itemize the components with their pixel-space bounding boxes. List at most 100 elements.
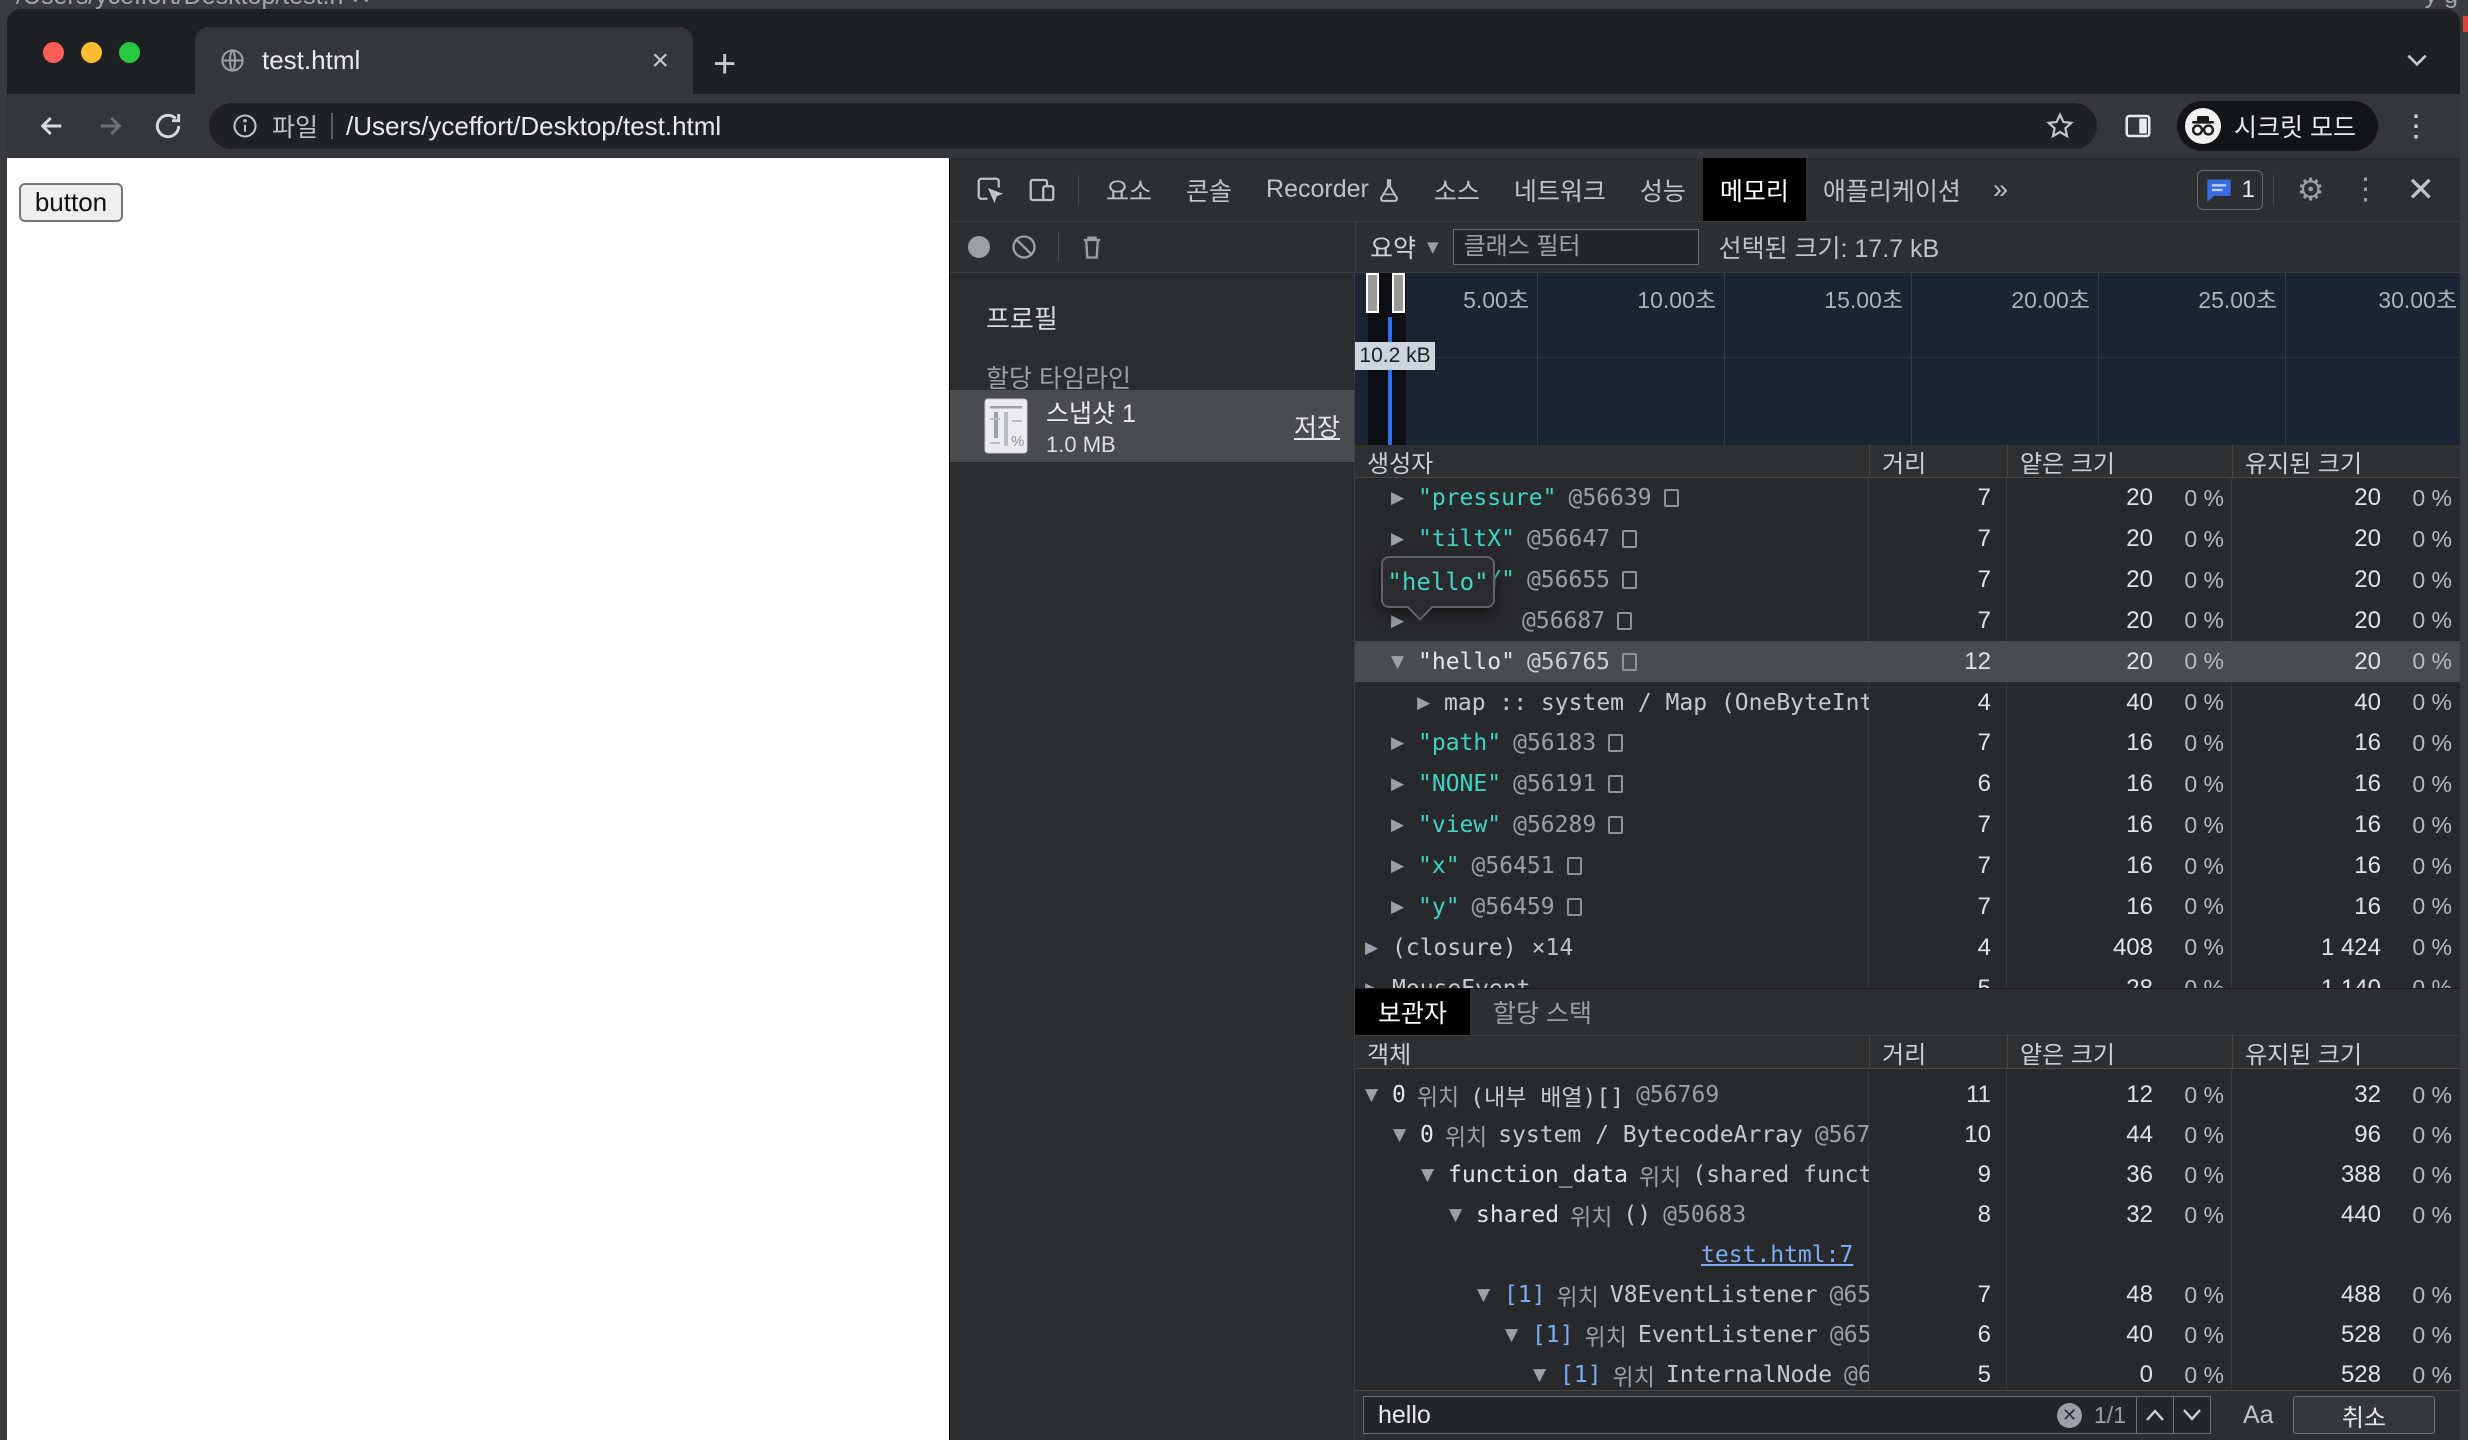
retainer-row[interactable]: test.html:7 bbox=[1355, 1235, 2460, 1275]
browser-menu-icon[interactable]: ⋮ bbox=[2388, 109, 2444, 144]
chevron-collapsed-icon[interactable]: ▶ bbox=[1417, 693, 1444, 713]
forward-button[interactable] bbox=[81, 110, 139, 142]
chevron-collapsed-icon[interactable]: ▶ bbox=[1391, 733, 1418, 753]
devtools-tab[interactable]: 요소 bbox=[1089, 158, 1169, 221]
constructor-row[interactable]: ▶ (closure) ×14 4 408 0 % 1 424 0 % bbox=[1355, 927, 2460, 968]
constructor-row[interactable]: ▶MouseEvent5280 %1 1400 % bbox=[1355, 968, 2460, 988]
preview-object-icon[interactable] bbox=[1608, 775, 1624, 794]
find-input[interactable] bbox=[1364, 1400, 2058, 1430]
retainer-row[interactable]: ▼[1] 위치 V8EventListener @653 7 48 0 % 488 0 % bbox=[1355, 1275, 2460, 1315]
clear-search-icon[interactable]: ✕ bbox=[2057, 1402, 2083, 1428]
column-distance[interactable]: 거리 bbox=[1869, 445, 2007, 478]
chevron-expanded-icon[interactable]: ▼ bbox=[1391, 652, 1418, 672]
column-object[interactable]: 객체 bbox=[1355, 1035, 1869, 1070]
side-panel-icon[interactable] bbox=[2109, 111, 2167, 141]
preview-object-icon[interactable] bbox=[1608, 734, 1624, 753]
delete-profile-icon[interactable] bbox=[1079, 233, 1105, 261]
constructor-row[interactable]: ▶ "x" @56451 7 16 0 % 16 0 % bbox=[1355, 846, 2460, 887]
inspect-element-icon[interactable] bbox=[964, 175, 1016, 205]
tab-close-icon[interactable]: × bbox=[651, 45, 669, 76]
chevron-expanded-icon[interactable]: ▼ bbox=[1365, 1085, 1392, 1105]
minimize-window-button[interactable] bbox=[81, 42, 102, 63]
constructor-row[interactable]: ▶ "NONE" @56191 6 16 0 % 16 0 % bbox=[1355, 764, 2460, 805]
chevron-collapsed-icon[interactable]: ▶ bbox=[1365, 979, 1392, 988]
perspective-select[interactable]: 요약 ▼ bbox=[1370, 229, 1439, 265]
cancel-search-button[interactable]: 취소 bbox=[2293, 1396, 2435, 1434]
close-window-button[interactable] bbox=[43, 42, 64, 63]
previous-match-button[interactable] bbox=[2136, 1397, 2173, 1433]
clear-profiles-icon[interactable] bbox=[1010, 233, 1038, 261]
constructor-row[interactable]: ▶ "y" @56459 7 16 0 % 16 0 % bbox=[1355, 886, 2460, 927]
page-info-icon[interactable] bbox=[231, 112, 259, 140]
preview-object-icon[interactable] bbox=[1622, 652, 1638, 671]
devtools-menu-icon[interactable]: ⋮ bbox=[2338, 172, 2394, 207]
constructor-row[interactable]: ▶ @56687 7 20 0 % 20 0 % bbox=[1355, 601, 2460, 642]
column-retained-size[interactable]: 유지된 크기 bbox=[2232, 445, 2460, 478]
class-filter-input[interactable] bbox=[1452, 229, 1699, 265]
retainers-tab[interactable]: 보관자 bbox=[1355, 989, 1471, 1035]
column-shallow-size[interactable]: 얕은 크기 bbox=[2007, 445, 2232, 478]
source-location-link[interactable]: test.html:7 bbox=[1701, 1242, 1853, 1268]
constructor-row[interactable]: ▶"tiltY"@566557200 %200 % bbox=[1355, 560, 2460, 601]
reload-button[interactable] bbox=[139, 110, 197, 142]
chevron-expanded-icon[interactable]: ▼ bbox=[1505, 1325, 1532, 1345]
preview-object-icon[interactable] bbox=[1622, 530, 1638, 549]
selection-handle-left[interactable] bbox=[1366, 273, 1379, 313]
match-case-toggle[interactable]: Aa bbox=[2243, 1391, 2274, 1440]
address-bar[interactable]: 파일 /Users/yceffort/Desktop/test.html bbox=[209, 103, 2098, 149]
devtools-tab[interactable]: 성능 bbox=[1623, 158, 1703, 221]
column-distance[interactable]: 거리 bbox=[1869, 1036, 2007, 1069]
next-match-button[interactable] bbox=[2173, 1397, 2210, 1433]
close-devtools-icon[interactable]: ✕ bbox=[2394, 170, 2449, 210]
chevron-collapsed-icon[interactable]: ▶ bbox=[1391, 774, 1418, 794]
column-constructor[interactable]: 생성자 bbox=[1355, 444, 1869, 479]
column-shallow-size[interactable]: 얕은 크기 bbox=[2007, 1036, 2232, 1069]
maximize-window-button[interactable] bbox=[119, 42, 140, 63]
devtools-tab[interactable]: Recorder bbox=[1249, 158, 1417, 221]
chevron-collapsed-icon[interactable]: ▶ bbox=[1365, 938, 1392, 958]
devtools-tab[interactable]: 네트워크 bbox=[1497, 158, 1623, 221]
chevron-expanded-icon[interactable]: ▼ bbox=[1533, 1365, 1560, 1385]
snapshot-item[interactable]: % 스냅샷 1 1.0 MB 저장 bbox=[950, 390, 1354, 462]
column-retained-size[interactable]: 유지된 크기 bbox=[2232, 1036, 2460, 1069]
constructor-row[interactable]: ▶ "pressure" @56639 7 20 0 % 20 0 % bbox=[1355, 478, 2460, 519]
retainer-row[interactable]: ▼ [1] 위치 InternalNode @6 5 0 0 % 528 0 % bbox=[1355, 1355, 2460, 1390]
page-button[interactable]: button bbox=[19, 183, 123, 222]
retainer-row[interactable]: ▼[1] 위치 EventListener @653 6 40 0 % 528 0 % bbox=[1355, 1315, 2460, 1355]
preview-object-icon[interactable] bbox=[1566, 857, 1582, 876]
constructor-row[interactable]: ▼ "hello" @56765 12 20 0 % 20 0 % bbox=[1355, 641, 2460, 683]
preview-object-icon[interactable] bbox=[1608, 816, 1624, 835]
constructor-row[interactable]: ▶ map :: system / Map (OneByteInte 4 40 0 % 4… bbox=[1355, 682, 2460, 723]
more-tabs-button[interactable]: » bbox=[1978, 174, 2023, 205]
preview-object-icon[interactable] bbox=[1622, 571, 1638, 590]
incognito-badge[interactable]: 시크릿 모드 bbox=[2177, 101, 2378, 151]
preview-object-icon[interactable] bbox=[1617, 611, 1633, 630]
constructor-row[interactable]: ▶ "view" @56289 7 16 0 % 16 0 % bbox=[1355, 805, 2460, 846]
issues-badge[interactable]: 1 bbox=[2196, 169, 2263, 210]
device-toolbar-icon[interactable] bbox=[1016, 175, 1068, 205]
retainer-row[interactable]: ▼ 0 위치 (내부 배열)[] @56769 11 12 0 % 32 0 % bbox=[1355, 1075, 2460, 1115]
bookmark-star-icon[interactable] bbox=[2045, 111, 2075, 141]
devtools-tab[interactable]: 애플리케이션 bbox=[1806, 158, 1978, 221]
selection-handle-right[interactable] bbox=[1392, 273, 1405, 313]
chevron-collapsed-icon[interactable]: ▶ bbox=[1391, 529, 1418, 549]
back-button[interactable] bbox=[23, 110, 81, 142]
retainer-row[interactable]: ▼0위치system / BytecodeArray@5677110440 %9… bbox=[1355, 1115, 2460, 1155]
chevron-expanded-icon[interactable]: ▼ bbox=[1393, 1125, 1420, 1145]
record-button[interactable] bbox=[968, 236, 990, 258]
save-snapshot-link[interactable]: 저장 bbox=[1294, 408, 1340, 444]
retainer-row[interactable]: ▼ shared 위치 () @50683 8 32 0 % 440 0 % bbox=[1355, 1195, 2460, 1235]
retainers-tab[interactable]: 할당 스택 bbox=[1470, 989, 1615, 1035]
preview-object-icon[interactable] bbox=[1663, 489, 1679, 508]
devtools-tab[interactable]: 메모리 bbox=[1702, 158, 1806, 221]
devtools-tab[interactable]: 소스 bbox=[1417, 158, 1497, 221]
devtools-tab[interactable]: 콘솔 bbox=[1169, 158, 1249, 221]
chevron-expanded-icon[interactable]: ▼ bbox=[1421, 1165, 1448, 1185]
chevron-collapsed-icon[interactable]: ▶ bbox=[1391, 815, 1418, 835]
constructor-row[interactable]: ▶ "path" @56183 7 16 0 % 16 0 % bbox=[1355, 723, 2460, 764]
retainer-row[interactable]: ▼function_data위치(shared functio9360 %388… bbox=[1355, 1155, 2460, 1195]
tab-search-chevron-icon[interactable] bbox=[2404, 51, 2430, 69]
chevron-expanded-icon[interactable]: ▼ bbox=[1477, 1285, 1504, 1305]
chevron-collapsed-icon[interactable]: ▶ bbox=[1391, 488, 1418, 508]
constructor-row[interactable]: ▶ "tiltX" @56647 7 20 0 % 20 0 % bbox=[1355, 519, 2460, 560]
